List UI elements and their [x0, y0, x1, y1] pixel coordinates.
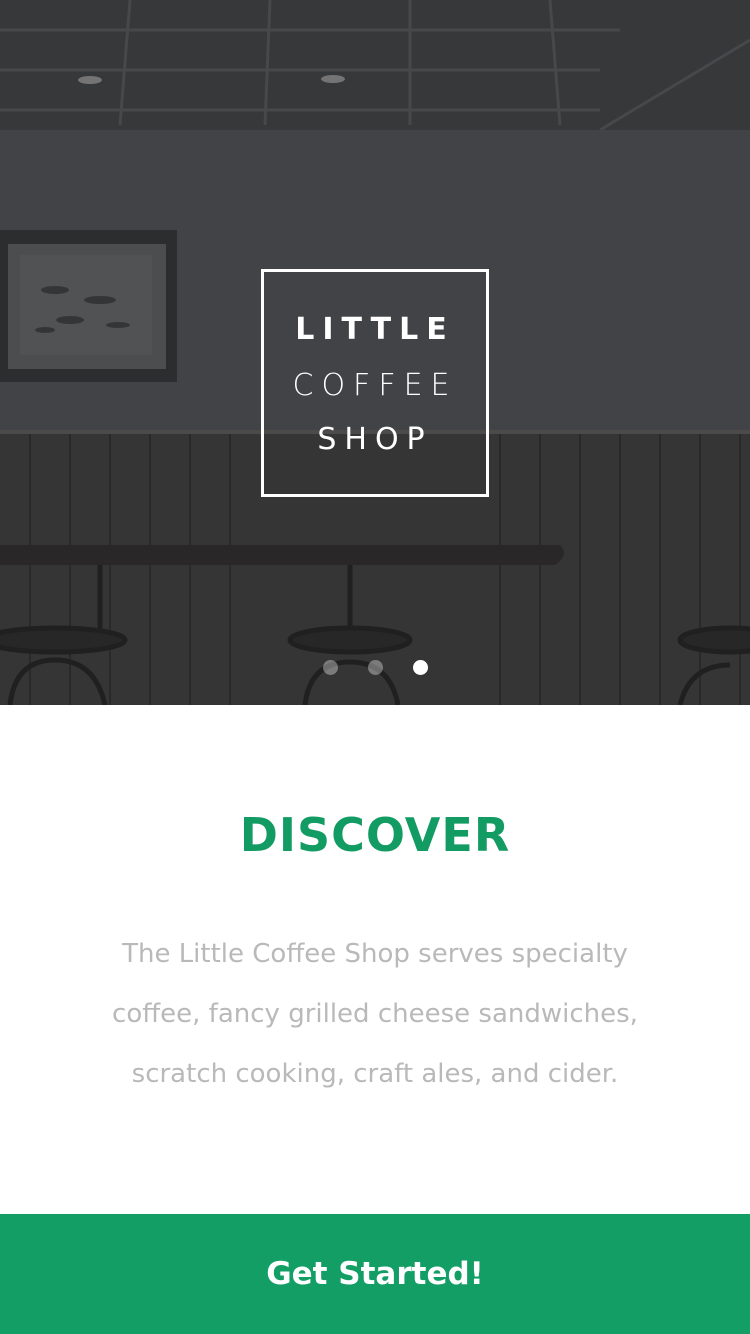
carousel-dot-active[interactable] [413, 660, 428, 675]
logo-line-shop: SHOP [317, 422, 433, 457]
carousel-indicator [0, 660, 750, 676]
hero-image: LITTLE COFFEE SHOP [0, 0, 750, 705]
page-title: DISCOVER [239, 808, 511, 862]
carousel-dot[interactable] [323, 660, 338, 675]
get-started-button[interactable]: Get Started! [0, 1214, 750, 1334]
carousel-dot[interactable] [368, 660, 383, 675]
logo-line-coffee: COFFEE [292, 368, 458, 403]
logo-line-little: LITTLE [295, 312, 455, 347]
brand-logo: LITTLE COFFEE SHOP [261, 269, 489, 497]
description-text: The Little Coffee Shop serves specialty … [112, 939, 638, 1089]
